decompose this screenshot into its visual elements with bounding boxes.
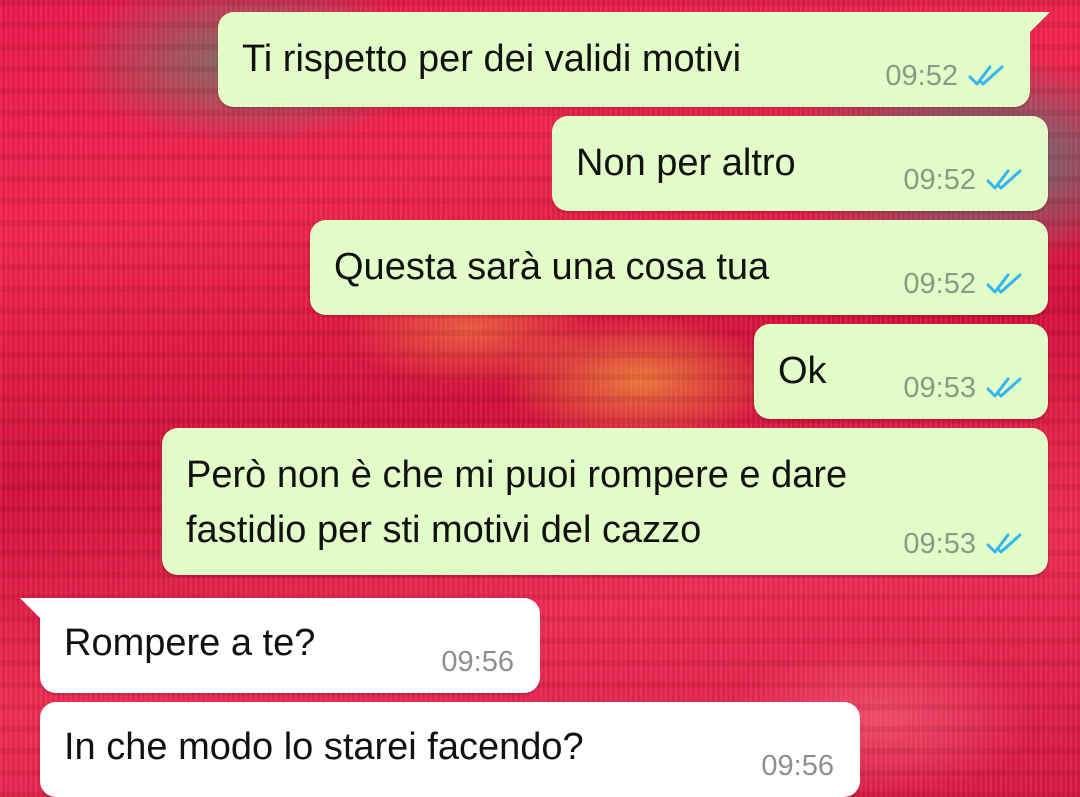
message-meta: 09:56 — [761, 751, 834, 781]
message-meta: 09:56 — [441, 647, 514, 677]
message-time: 09:53 — [903, 372, 976, 404]
message-text: In che modo lo starei facendo? — [64, 726, 584, 768]
message-time: 09:56 — [761, 750, 834, 782]
message-text: Ti rispetto per dei validi motivi — [242, 38, 742, 80]
message-meta: 09:52 — [885, 61, 1006, 91]
message-time: 09:52 — [885, 60, 958, 92]
message-bubble-incoming[interactable]: In che modo lo starei facendo? 09:56 — [40, 702, 860, 797]
message-bubble-outgoing[interactable]: Ti rispetto per dei validi motivi 09:52 — [218, 12, 1050, 107]
message-time: 09:52 — [903, 164, 976, 196]
read-double-check-icon — [986, 376, 1024, 400]
message-bubble-incoming[interactable]: Rompere a te? 09:56 — [20, 598, 540, 693]
message-meta: 09:53 — [903, 529, 1024, 559]
message-time: 09:56 — [441, 646, 514, 678]
read-double-check-icon — [986, 168, 1024, 192]
read-double-check-icon — [986, 532, 1024, 556]
message-bubble-outgoing[interactable]: Però non è che mi puoi rompere e dare fa… — [162, 428, 1048, 575]
message-bubble-outgoing[interactable]: Ok 09:53 — [754, 324, 1048, 419]
read-double-check-icon — [968, 64, 1006, 88]
message-meta: 09:52 — [903, 269, 1024, 299]
message-text: Questa sarà una cosa tua — [334, 246, 770, 288]
message-text: Ok — [778, 350, 827, 392]
message-time: 09:53 — [903, 528, 976, 560]
read-double-check-icon — [986, 272, 1024, 296]
message-text: Però non è che mi puoi rompere e dare fa… — [186, 454, 848, 551]
message-text: Rompere a te? — [64, 622, 316, 664]
message-bubble-outgoing[interactable]: Questa sarà una cosa tua 09:52 — [310, 220, 1048, 315]
message-meta: 09:52 — [903, 165, 1024, 195]
chat-conversation[interactable]: Ti rispetto per dei validi motivi 09:52 … — [0, 0, 1080, 797]
message-time: 09:52 — [903, 268, 976, 300]
message-text: Non per altro — [576, 142, 796, 184]
message-bubble-outgoing[interactable]: Non per altro 09:52 — [552, 116, 1048, 211]
message-meta: 09:53 — [903, 373, 1024, 403]
